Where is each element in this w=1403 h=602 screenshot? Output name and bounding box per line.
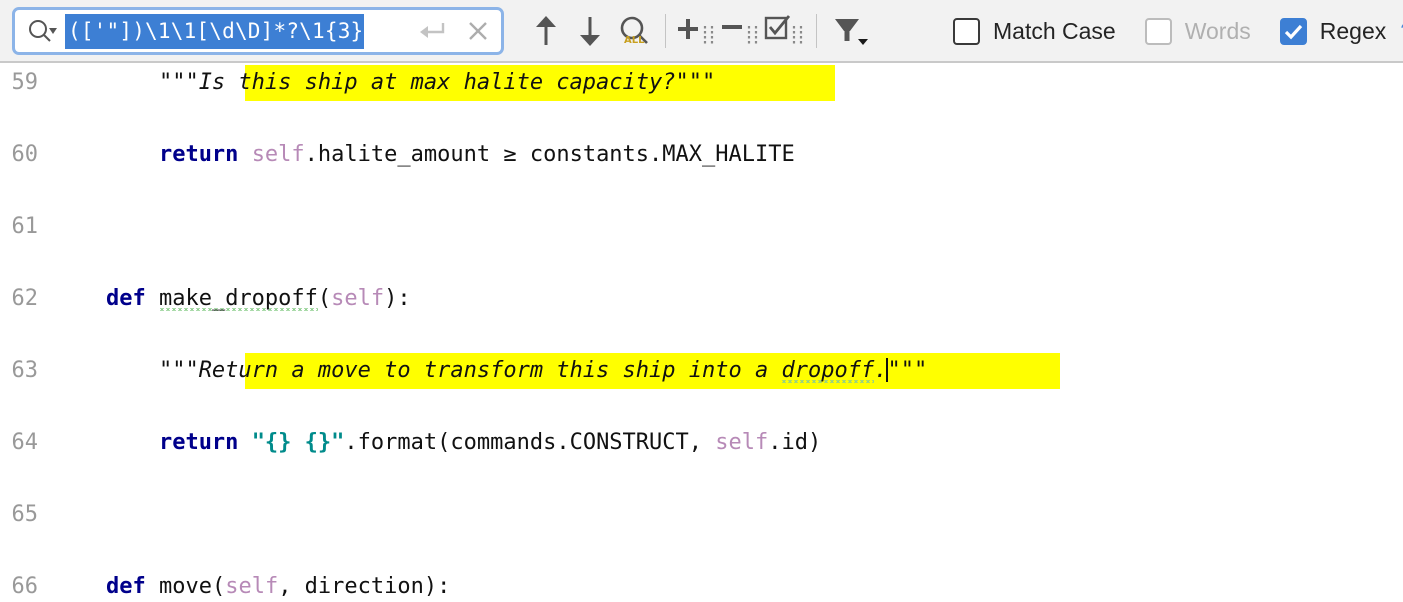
keyword-token: def <box>105 574 146 599</box>
keyword-token: return <box>158 430 239 455</box>
find-next-button[interactable] <box>568 8 612 54</box>
code-line[interactable]: 60 return self.halite_amount ≥ constants… <box>0 137 1403 173</box>
keyword-token: return <box>158 142 239 167</box>
code-line[interactable]: 59 """Is this ship at max halite capacit… <box>0 65 1403 101</box>
search-input-field[interactable]: (['"])\1\1[\d\D]*?\1{3} <box>12 7 504 55</box>
match-case-label: Match Case <box>993 18 1116 44</box>
toolbar-separator-1 <box>665 14 666 48</box>
words-label: Words <box>1184 18 1251 44</box>
regex-label: Regex <box>1319 18 1387 44</box>
code-editor[interactable]: 59 """Is this ship at max halite capacit… <box>0 65 1403 602</box>
code-line[interactable]: 64 return "{} {}".format(commands.CONSTR… <box>0 425 1403 461</box>
toolbar-separator-2 <box>816 14 817 48</box>
line-number: 61 <box>11 214 39 239</box>
self-token: self <box>251 142 305 167</box>
insert-newline-icon[interactable] <box>409 9 455 53</box>
add-caret-icon[interactable] <box>675 8 719 54</box>
remove-caret-icon[interactable] <box>719 8 763 54</box>
words-checkbox[interactable]: Words <box>1144 18 1251 45</box>
checkmark-icon <box>1284 24 1302 39</box>
spellcheck-token: make_dropoff <box>158 286 318 311</box>
code-line[interactable]: 66 def move(self, direction): <box>0 569 1403 602</box>
search-input[interactable]: (['"])\1\1[\d\D]*?\1{3} <box>65 11 409 51</box>
find-previous-button[interactable] <box>524 8 568 54</box>
self-token: self <box>715 430 769 455</box>
self-token: self <box>225 574 279 599</box>
code-line[interactable]: 63 """Return a move to transform this sh… <box>0 353 1403 389</box>
clear-icon[interactable] <box>455 9 501 53</box>
select-all-carets-icon[interactable] <box>763 8 807 54</box>
find-all-icon[interactable]: ALL <box>612 8 656 54</box>
regex-checkbox-box <box>1279 18 1307 45</box>
filter-dropdown-icon[interactable] <box>826 8 878 54</box>
code-line[interactable]: 61 <box>0 209 1403 245</box>
regex-checkbox[interactable]: Regex <box>1279 18 1387 45</box>
text-caret <box>886 358 889 382</box>
search-input-value: (['"])\1\1[\d\D]*?\1{3} <box>65 13 365 49</box>
match-case-checkbox[interactable]: Match Case <box>953 18 1116 45</box>
string-token: "{} {}" <box>251 430 345 455</box>
svg-text:ALL: ALL <box>624 35 645 46</box>
code-line[interactable]: 65 <box>0 497 1403 533</box>
spellcheck-token: dropoff <box>781 358 875 383</box>
docstring-token: """Is this ship at max halite capacity?"… <box>158 70 716 95</box>
keyword-token: def <box>105 286 146 311</box>
search-dropdown-icon[interactable] <box>19 11 65 51</box>
match-case-checkbox-box <box>953 18 980 45</box>
line-number: 65 <box>11 502 39 527</box>
self-token: self <box>331 286 385 311</box>
code-line[interactable]: 62 def make_dropoff(self): <box>0 281 1403 317</box>
find-toolbar: (['"])\1\1[\d\D]*?\1{3} ALL Match Case W… <box>0 0 1403 63</box>
words-checkbox-box <box>1144 18 1172 45</box>
docstring-token: """Return a move to transform this ship … <box>158 358 782 383</box>
